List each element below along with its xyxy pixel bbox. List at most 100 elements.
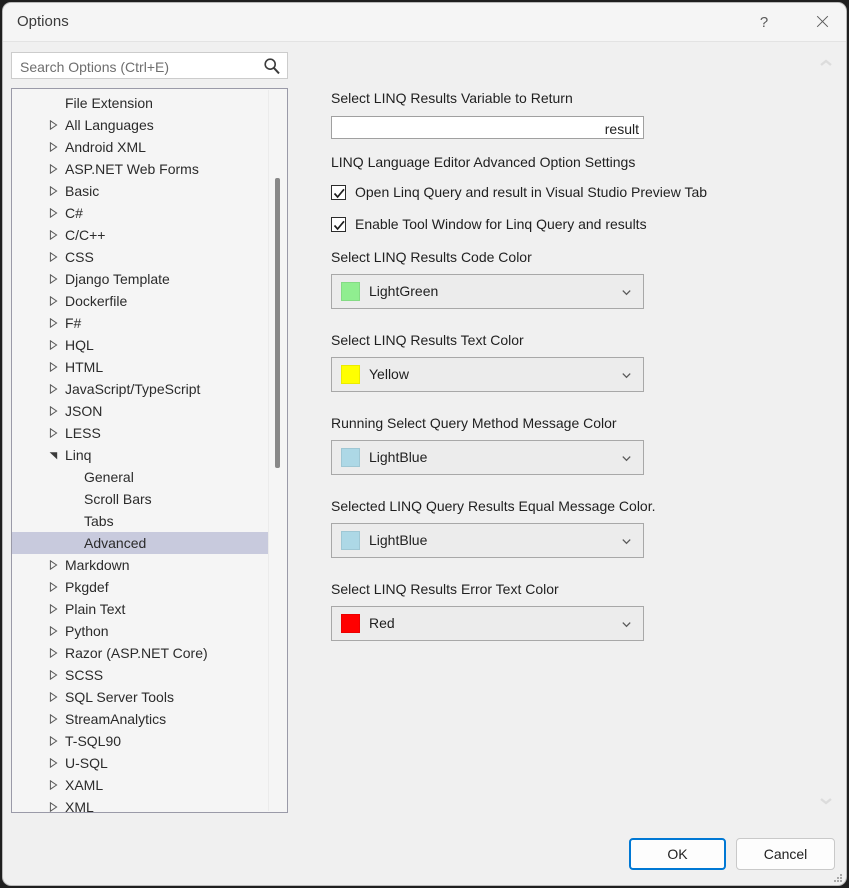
tree-item-label: SCSS <box>65 667 104 683</box>
checkbox-label-preview-tab: Open Linq Query and result in Visual Stu… <box>355 184 708 200</box>
expand-arrow-icon[interactable] <box>49 560 58 570</box>
chevron-up-icon[interactable] <box>818 58 834 68</box>
tree-item[interactable]: HQL <box>12 334 270 356</box>
expand-arrow-icon[interactable] <box>49 274 58 284</box>
expand-arrow-icon[interactable] <box>49 120 58 130</box>
tree-item[interactable]: Basic <box>12 180 270 202</box>
checkbox-label-tool-window: Enable Tool Window for Linq Query and re… <box>355 216 647 232</box>
expand-arrow-icon[interactable] <box>49 714 58 724</box>
expand-arrow-icon[interactable] <box>49 164 58 174</box>
expand-arrow-icon[interactable] <box>49 186 58 196</box>
search-box[interactable] <box>11 52 288 80</box>
tree-item-label: Scroll Bars <box>84 491 152 507</box>
tree-item-label: File Extension <box>65 95 153 111</box>
tree-item[interactable]: XAML <box>12 774 270 796</box>
tree-item[interactable]: SCSS <box>12 664 270 686</box>
expand-arrow-icon[interactable] <box>49 142 58 152</box>
dropdown-code-color[interactable]: LightGreen <box>331 274 644 309</box>
close-button[interactable] <box>799 3 845 41</box>
expand-arrow-icon[interactable] <box>49 648 58 658</box>
expand-arrow-icon[interactable] <box>49 362 58 372</box>
tree-item[interactable]: XML <box>12 796 270 812</box>
tree-item[interactable]: F# <box>12 312 270 334</box>
tree-item[interactable]: Django Template <box>12 268 270 290</box>
cancel-button[interactable]: Cancel <box>736 838 835 870</box>
tree-item[interactable]: StreamAnalytics <box>12 708 270 730</box>
collapse-arrow-icon[interactable] <box>49 451 58 460</box>
tree-item[interactable]: Razor (ASP.NET Core) <box>12 642 270 664</box>
dropdown-text-color[interactable]: Yellow <box>331 357 644 392</box>
variable-input-box[interactable] <box>331 116 644 140</box>
tree-item[interactable]: CSS <box>12 246 270 268</box>
chevron-down-icon[interactable] <box>818 796 834 806</box>
dropdown-error-text-color[interactable]: Red <box>331 606 644 641</box>
expand-arrow-icon[interactable] <box>49 428 58 438</box>
expand-arrow-icon[interactable] <box>49 780 58 790</box>
tree-scrollbar[interactable] <box>268 90 286 811</box>
tree-item-label: F# <box>65 315 82 331</box>
expand-arrow-icon[interactable] <box>49 604 58 614</box>
tree-item[interactable]: Markdown <box>12 554 270 576</box>
dropdown-value-equal-message-color: LightBlue <box>369 532 428 548</box>
checkmark-icon <box>333 220 345 230</box>
tree-item[interactable]: Scroll Bars <box>12 488 270 510</box>
tree-item-label: T-SQL90 <box>65 733 122 749</box>
expand-arrow-icon[interactable] <box>49 384 58 394</box>
tree-item[interactable]: C/C++ <box>12 224 270 246</box>
tree-item[interactable]: Python <box>12 620 270 642</box>
dropdown-running-message-color[interactable]: LightBlue <box>331 440 644 475</box>
tree-item[interactable]: Linq <box>12 444 270 466</box>
chevron-down-icon <box>622 622 631 628</box>
expand-arrow-icon[interactable] <box>49 802 58 812</box>
tree-item[interactable]: HTML <box>12 356 270 378</box>
expand-arrow-icon[interactable] <box>49 340 58 350</box>
expand-arrow-icon[interactable] <box>49 582 58 592</box>
chevron-down-icon <box>622 290 631 296</box>
checkbox-tool-window[interactable] <box>331 216 346 232</box>
tree-item[interactable]: All Languages <box>12 114 270 136</box>
tree-item-label: Tabs <box>84 513 114 529</box>
ok-button[interactable]: OK <box>629 838 726 870</box>
resize-grip[interactable] <box>834 874 845 885</box>
tree-item[interactable]: Tabs <box>12 510 270 532</box>
search-input[interactable] <box>18 53 262 80</box>
tree-item-label: Android XML <box>65 139 146 155</box>
tree-item[interactable]: ASP.NET Web Forms <box>12 158 270 180</box>
tree-item[interactable]: JavaScript/TypeScript <box>12 378 270 400</box>
expand-arrow-icon[interactable] <box>49 318 58 328</box>
expand-arrow-icon[interactable] <box>49 296 58 306</box>
checkbox-preview-tab[interactable] <box>331 184 346 200</box>
expand-arrow-icon[interactable] <box>49 736 58 746</box>
tree-item[interactable]: JSON <box>12 400 270 422</box>
expand-arrow-icon[interactable] <box>49 406 58 416</box>
tree-item[interactable]: SQL Server Tools <box>12 686 270 708</box>
tree-item-label: CSS <box>65 249 94 265</box>
help-button[interactable]: ? <box>741 3 787 41</box>
expand-arrow-icon[interactable] <box>49 692 58 702</box>
tree-item[interactable]: T-SQL90 <box>12 730 270 752</box>
expand-arrow-icon[interactable] <box>49 670 58 680</box>
expand-arrow-icon[interactable] <box>49 758 58 768</box>
tree-item[interactable]: File Extension <box>12 92 270 114</box>
color-swatch-error-text-color <box>341 614 360 633</box>
tree-item[interactable]: U-SQL <box>12 752 270 774</box>
tree-item[interactable]: Android XML <box>12 136 270 158</box>
checkbox-row-preview-tab[interactable]: Open Linq Query and result in Visual Stu… <box>331 182 707 202</box>
dropdown-equal-message-color[interactable]: LightBlue <box>331 523 644 558</box>
tree-item[interactable]: LESS <box>12 422 270 444</box>
tree-item[interactable]: C# <box>12 202 270 224</box>
tree-item-selected[interactable]: Advanced <box>12 532 270 554</box>
tree-item-label: Razor (ASP.NET Core) <box>65 645 208 661</box>
tree-scrollbar-thumb[interactable] <box>275 178 280 468</box>
variable-input[interactable] <box>332 117 641 140</box>
expand-arrow-icon[interactable] <box>49 626 58 636</box>
expand-arrow-icon[interactable] <box>49 208 58 218</box>
expand-arrow-icon[interactable] <box>49 230 58 240</box>
tree-item[interactable]: General <box>12 466 270 488</box>
tree-item[interactable]: Dockerfile <box>12 290 270 312</box>
tree-item-label: Plain Text <box>65 601 126 617</box>
tree-item[interactable]: Plain Text <box>12 598 270 620</box>
tree-item[interactable]: Pkgdef <box>12 576 270 598</box>
checkbox-row-tool-window[interactable]: Enable Tool Window for Linq Query and re… <box>331 214 647 234</box>
expand-arrow-icon[interactable] <box>49 252 58 262</box>
